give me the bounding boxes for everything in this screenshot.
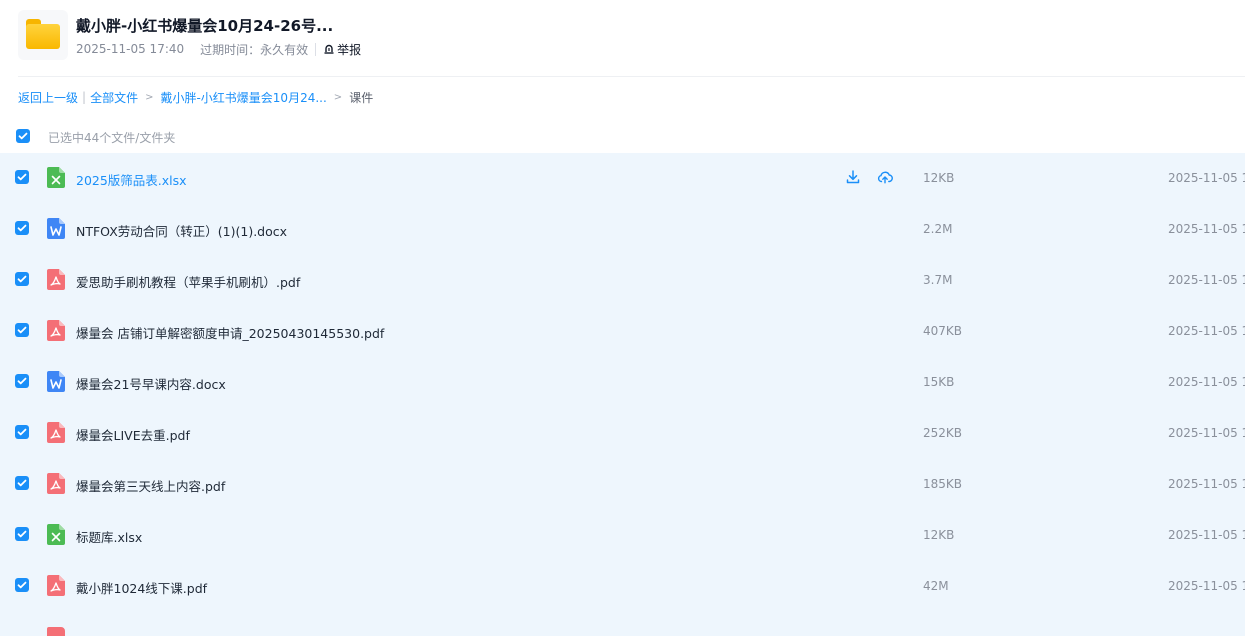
file-checkbox[interactable] xyxy=(15,272,29,286)
file-row[interactable]: 爆量会 店铺订单解密额度申请_20250430145530.pdf 407KB 20… xyxy=(0,306,1245,357)
file-row[interactable]: 爆量会21号早课内容.docx 15KB 2025-11-05 17 xyxy=(0,357,1245,408)
save-to-cloud-icon[interactable] xyxy=(877,169,893,185)
report-label: 举报 xyxy=(337,42,362,57)
header-divider xyxy=(18,76,1245,77)
file-name[interactable]: 戴小胖1024线下课.pdf xyxy=(76,578,207,597)
file-date: 2025-11-05 18 xyxy=(1168,579,1245,593)
file-row[interactable]: 戴小胖1024线下课.pdf 42M 2025-11-05 18 xyxy=(0,561,1245,612)
file-size: 2.2M xyxy=(923,222,953,236)
share-meta: 2025-11-05 17:40 过期时间：永久有效 举报 xyxy=(76,41,361,58)
file-name[interactable]: 2025版筛品表.xlsx xyxy=(76,170,187,189)
file-checkbox[interactable] xyxy=(15,578,29,592)
excel-icon xyxy=(47,524,65,545)
share-header: 戴小胖-小红书爆量会10月24-26号... 2025-11-05 17:40 … xyxy=(0,0,1245,76)
pdf-icon xyxy=(47,320,65,341)
file-row[interactable]: 标题库.xlsx 12KB 2025-11-05 17 xyxy=(0,510,1245,561)
file-date: 2025-11-05 17 xyxy=(1168,171,1245,185)
file-checkbox[interactable] xyxy=(15,221,29,235)
file-size: 185KB xyxy=(923,477,963,491)
breadcrumb-divider: | xyxy=(82,90,87,104)
file-size: 42M xyxy=(923,579,949,593)
file-date: 2025-11-05 18 xyxy=(1168,477,1245,491)
file-checkbox[interactable] xyxy=(15,527,29,541)
pdf-icon xyxy=(47,422,65,443)
file-size: 252KB xyxy=(923,426,963,440)
file-name[interactable]: 爆量会LIVE去重.pdf xyxy=(76,425,190,444)
file-date: 2025-11-05 18 xyxy=(1168,426,1245,440)
breadcrumb-arrow: > xyxy=(333,91,343,103)
file-checkbox[interactable] xyxy=(15,425,29,439)
file-size: 3.7M xyxy=(923,273,953,287)
share-title: 戴小胖-小红书爆量会10月24-26号... xyxy=(76,17,334,35)
folder-icon xyxy=(18,10,68,60)
report-icon xyxy=(324,44,334,54)
pdf-icon xyxy=(47,269,65,290)
file-name[interactable]: NTFOX劳动合同（转正）(1)(1).docx xyxy=(76,221,287,240)
breadcrumb-current: 课件 xyxy=(349,90,374,105)
all-files-link[interactable]: 全部文件 xyxy=(90,89,138,106)
back-link[interactable]: 返回上一级 xyxy=(18,89,78,106)
file-date: 2025-11-05 18 xyxy=(1168,324,1245,338)
pdf-icon xyxy=(47,575,65,596)
word-icon xyxy=(47,371,65,392)
file-date: 2025-11-05 17 xyxy=(1168,222,1245,236)
select-all-checkbox[interactable] xyxy=(16,129,30,143)
share-date: 2025-11-05 17:40 xyxy=(76,42,185,56)
file-date: 2025-11-05 18 xyxy=(1168,273,1245,287)
select-all-row: 已选中44个文件/文件夹 xyxy=(0,124,1245,148)
word-icon xyxy=(47,218,65,239)
report-button[interactable]: 举报 xyxy=(323,41,361,58)
file-row[interactable]: 爆量会LIVE去重.pdf 252KB 2025-11-05 18 xyxy=(0,408,1245,459)
file-size: 12KB xyxy=(923,528,955,542)
file-size: 15KB xyxy=(923,375,955,389)
file-row[interactable]: 爱思助手刷机教程（苹果手机刷机）.pdf 3.7M 2025-11-05 18 xyxy=(0,255,1245,306)
download-icon[interactable] xyxy=(845,169,861,185)
file-row[interactable]: 爆量会第三天线上内容.pdf 185KB 2025-11-05 18 xyxy=(0,459,1245,510)
breadcrumb: 返回上一级 | 全部文件 > 戴小胖-小红书爆量会10月24... > 课件 xyxy=(18,89,373,105)
file-checkbox[interactable] xyxy=(15,323,29,337)
breadcrumb-arrow: > xyxy=(145,91,154,103)
file-name[interactable]: 爱思助手刷机教程（苹果手机刷机）.pdf xyxy=(76,272,300,291)
meta-divider xyxy=(315,42,317,56)
pdf-icon xyxy=(47,473,65,494)
excel-icon xyxy=(47,167,65,188)
expiry-text: 过期时间：永久有效 xyxy=(200,42,309,57)
file-name[interactable]: 爆量会 店铺订单解密额度申请_20250430145530.pdf xyxy=(76,323,384,342)
file-name[interactable]: 爆量会21号早课内容.docx xyxy=(76,374,226,393)
file-size: 407KB xyxy=(923,324,963,338)
folder-link[interactable]: 戴小胖-小红书爆量会10月24... xyxy=(160,89,326,106)
file-row[interactable]: 2025版筛品表.xlsx 12KB 2025-11-05 17 xyxy=(0,153,1245,204)
selection-count: 已选中44个文件/文件夹 xyxy=(48,131,176,145)
file-row[interactable]: NTFOX劳动合同（转正）(1)(1).docx 2.2M 2025-11-05 1… xyxy=(0,204,1245,255)
file-name[interactable]: 爆量会第三天线上内容.pdf xyxy=(76,476,225,495)
file-checkbox[interactable] xyxy=(15,476,29,490)
file-date: 2025-11-05 17 xyxy=(1168,375,1245,389)
file-checkbox[interactable] xyxy=(15,170,29,184)
file-checkbox[interactable] xyxy=(15,374,29,388)
file-name[interactable]: 标题库.xlsx xyxy=(76,527,142,546)
file-date: 2025-11-05 17 xyxy=(1168,528,1245,542)
file-list: 2025版筛品表.xlsx12KB2025-11-05 17NTFOX劳动合同（… xyxy=(0,153,1245,636)
file-size: 12KB xyxy=(923,171,955,185)
pdf-icon xyxy=(47,627,65,636)
